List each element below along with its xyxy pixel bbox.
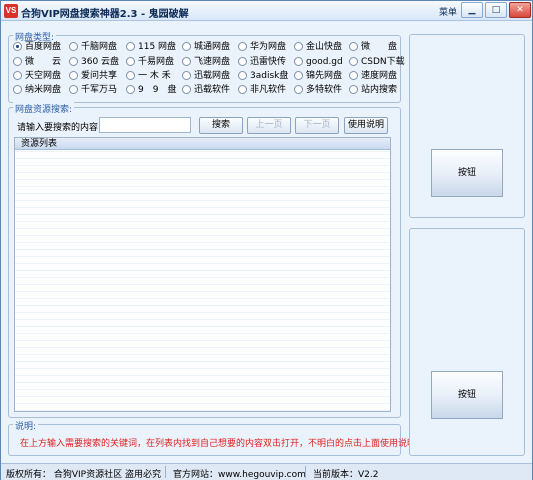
- disk-type-label: 迅载网盘: [194, 71, 231, 81]
- note-legend: 说明:: [13, 419, 39, 432]
- radio-button-icon[interactable]: [294, 71, 303, 80]
- minimize-icon[interactable]: ▁: [461, 2, 483, 18]
- disk-type-label: 华为网盘: [250, 42, 287, 52]
- radio-button-icon[interactable]: [69, 42, 78, 51]
- side-top-button[interactable]: 按钮: [431, 149, 503, 197]
- disk-type-label: 非凡软件: [250, 85, 287, 95]
- radio-button-icon[interactable]: [238, 85, 247, 94]
- menu-button[interactable]: 菜单: [439, 5, 457, 18]
- radio-button-icon[interactable]: [349, 57, 358, 66]
- disk-type-label: 站内搜索: [361, 85, 398, 95]
- maximize-icon[interactable]: □: [485, 2, 507, 18]
- disk-type-label: 迅雷快传: [250, 57, 287, 67]
- radio-button-icon[interactable]: [126, 57, 135, 66]
- side-panel-bottom: [409, 228, 525, 456]
- radio-button-icon[interactable]: [294, 85, 303, 94]
- search-legend: 网盘资源搜索:: [13, 102, 75, 115]
- prev-page-button[interactable]: 上一页: [247, 117, 291, 134]
- disk-type-options: 百度网盘 千脑网盘 115 网盘 城通网盘 华为网盘 金山快盘 微 盘微 云 360 云盘 千易…: [13, 41, 405, 99]
- disk-type-label: 多特软件: [306, 85, 343, 95]
- disk-type-label: 千易网盘: [138, 57, 175, 67]
- radio-button-icon[interactable]: [13, 57, 22, 66]
- radio-button-icon[interactable]: [13, 71, 22, 80]
- status-website: 官方网站：www.hegouvip.com: [173, 470, 306, 480]
- radio-button-icon[interactable]: [294, 57, 303, 66]
- radio-button-icon[interactable]: [349, 85, 358, 94]
- radio-button-icon[interactable]: [238, 57, 247, 66]
- app-window: VS 合狗VIP网盘搜索神器2.3 - 鬼园破解 菜单 ▁ □ ✕ 网盘类型: …: [0, 0, 533, 480]
- radio-button-icon[interactable]: [294, 42, 303, 51]
- disk-type-label: 3adisk盘: [250, 71, 289, 81]
- disk-type-label: 锦先网盘: [306, 71, 343, 81]
- disk-type-label: 爱问共享: [81, 71, 118, 81]
- radio-button-icon[interactable]: [182, 85, 191, 94]
- window-title: 合狗VIP网盘搜索神器2.3 - 鬼园破解: [21, 9, 189, 20]
- disk-type-label: 城通网盘: [194, 42, 231, 52]
- note-text: 在上方输入需要搜索的关键词，在列表内找到自己想要的内容双击打开，不明白的点击上面…: [20, 439, 417, 449]
- status-separator: [165, 466, 166, 478]
- disk-type-label: 115 网盘: [138, 42, 177, 52]
- search-label: 请输入要搜索的内容:: [17, 123, 102, 133]
- radio-button-icon[interactable]: [69, 85, 78, 94]
- radio-button-icon[interactable]: [238, 71, 247, 80]
- results-list[interactable]: 资源列表: [14, 137, 391, 412]
- radio-button-icon[interactable]: [349, 71, 358, 80]
- radio-button-icon[interactable]: [182, 71, 191, 80]
- status-copyright: 版权所有： 合狗VIP资源社区 盗用必究: [6, 470, 161, 480]
- title-bar[interactable]: VS 合狗VIP网盘搜索神器2.3 - 鬼园破解 菜单 ▁ □ ✕: [1, 1, 532, 21]
- radio-button-icon[interactable]: [69, 71, 78, 80]
- disk-type-label: 飞速网盘: [194, 57, 231, 67]
- search-input[interactable]: [99, 117, 191, 133]
- radio-button-icon[interactable]: [238, 42, 247, 51]
- search-button[interactable]: 搜索: [199, 117, 243, 134]
- radio-button-icon[interactable]: [69, 57, 78, 66]
- disk-type-label: 360 云盘: [81, 57, 120, 67]
- disk-type-label: 千军万马: [81, 85, 118, 95]
- disk-type-label: 一 木 禾: [138, 71, 171, 81]
- disk-type-label: 纳米网盘: [25, 85, 62, 95]
- status-bar: 版权所有： 合狗VIP资源社区 盗用必究 官方网站：www.hegouvip.c…: [1, 463, 532, 480]
- disk-type-label: 百度网盘: [25, 42, 62, 52]
- disk-type-label: 金山快盘: [306, 42, 343, 52]
- close-icon[interactable]: ✕: [509, 2, 531, 18]
- radio-button-icon[interactable]: [126, 85, 135, 94]
- radio-button-icon[interactable]: [13, 42, 22, 51]
- radio-button-icon[interactable]: [182, 57, 191, 66]
- radio-button-icon[interactable]: [126, 71, 135, 80]
- disk-type-label: CSDN下载: [361, 57, 405, 67]
- status-version: 当前版本：V2.2: [313, 470, 379, 480]
- results-list-header[interactable]: 资源列表: [15, 138, 390, 150]
- disk-type-label: 微 云: [25, 57, 62, 67]
- disk-type-label: 速度网盘: [361, 71, 398, 81]
- status-separator: [305, 466, 306, 478]
- radio-button-icon[interactable]: [182, 42, 191, 51]
- disk-type-label: 微 盘: [361, 42, 398, 52]
- radio-button-icon[interactable]: [13, 85, 22, 94]
- next-page-button[interactable]: 下一页: [295, 117, 339, 134]
- disk-type-label: 天空网盘: [25, 71, 62, 81]
- disk-type-label: 迅载软件: [194, 85, 231, 95]
- disk-type-label: good.gd: [306, 57, 343, 67]
- side-bottom-button[interactable]: 按钮: [431, 371, 503, 419]
- radio-button-icon[interactable]: [126, 42, 135, 51]
- help-button[interactable]: 使用说明: [344, 117, 388, 134]
- radio-button-icon[interactable]: [349, 42, 358, 51]
- disk-type-label: 9 9 盘: [138, 85, 177, 95]
- disk-type-label: 千脑网盘: [81, 42, 118, 52]
- app-logo-icon: VS: [4, 4, 18, 18]
